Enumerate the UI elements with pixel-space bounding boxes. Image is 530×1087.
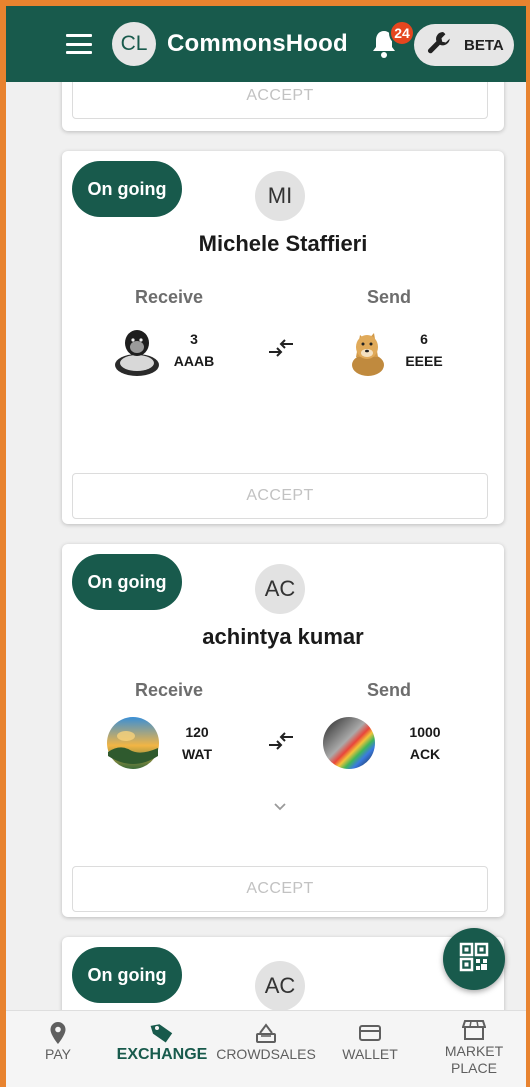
chevron-down-icon[interactable] — [270, 800, 290, 814]
status-badge: On going — [72, 161, 182, 217]
notification-badge: 24 — [389, 20, 415, 46]
location-pin-icon — [49, 1020, 67, 1046]
send-label: Send — [367, 680, 412, 700]
app-header: CL CommonsHood 24 BETA — [6, 6, 526, 82]
status-badge: On going — [72, 554, 182, 610]
app-logo-avatar[interactable]: CL — [112, 22, 156, 66]
send-amount: 6 — [420, 331, 428, 347]
avatar: MI — [255, 171, 305, 221]
avatar: AC — [255, 564, 305, 614]
accept-button[interactable]: ACCEPT — [72, 866, 488, 912]
send-symbol: EEEE — [405, 353, 443, 369]
nav-label-wallet: WALLET — [342, 1046, 398, 1062]
send-amount: 1000 — [409, 724, 441, 740]
user-name: Michele Staffieri — [198, 231, 368, 256]
rainbow-token-icon — [322, 716, 376, 770]
nav-item-exchange[interactable]: EXCHANGE — [110, 1011, 214, 1087]
exchange-feed[interactable]: CL CommonsHood 24 BETA ACCEPT On going M… — [6, 6, 526, 1087]
receive-amount: 120 — [185, 724, 209, 740]
accept-button[interactable]: ACCEPT — [72, 473, 488, 519]
swap-arrows-icon — [265, 337, 297, 359]
ballot-icon — [254, 1020, 278, 1046]
receive-label: Receive — [135, 680, 204, 700]
dog-token-icon — [340, 323, 394, 377]
exchange-card: On going AC achintya kumar Receive Send … — [62, 544, 504, 917]
avatar: AC — [255, 961, 305, 1011]
swap-arrows-icon — [265, 730, 297, 752]
receive-symbol: AAAB — [173, 353, 215, 369]
nav-label-marketplace: MARKET PLACE — [444, 1043, 504, 1076]
qr-code-icon — [459, 942, 489, 977]
landscape-token-icon — [106, 716, 160, 770]
nav-label-pay: PAY — [45, 1046, 71, 1062]
receive-token-amount: 3 AAAB — [172, 328, 216, 372]
send-token-amount: 6 EEEE — [402, 328, 446, 372]
send-symbol: ACK — [409, 746, 441, 762]
nav-item-marketplace[interactable]: MARKET PLACE — [422, 1011, 526, 1087]
gorilla-token-icon — [110, 323, 164, 377]
nav-item-wallet[interactable]: WALLET — [318, 1011, 422, 1087]
menu-icon[interactable] — [66, 34, 92, 54]
nav-label-exchange: EXCHANGE — [116, 1046, 208, 1063]
send-token-amount: 1000 ACK — [395, 721, 455, 765]
storefront-icon — [462, 1017, 486, 1043]
exchange-card: On going MI Michele Staffieri Receive Se… — [62, 151, 504, 524]
nav-item-crowdsales[interactable]: CROWDSALES — [214, 1011, 318, 1087]
receive-symbol: WAT — [181, 746, 213, 762]
bottom-navigation: PAY EXCHANGE CROWDSALES WALLET MARKET PL… — [6, 1010, 526, 1087]
nav-label-crowdsales: CROWDSALES — [216, 1046, 316, 1062]
user-name: achintya kumar — [202, 624, 364, 649]
receive-token-amount: 120 WAT — [172, 721, 222, 765]
receive-amount: 3 — [190, 331, 198, 347]
qr-scan-button[interactable] — [443, 928, 505, 990]
status-badge: On going — [72, 947, 182, 1003]
beta-label: BETA — [464, 36, 504, 54]
send-label: Send — [367, 287, 412, 307]
receive-label: Receive — [135, 287, 204, 307]
credit-card-icon — [358, 1020, 382, 1046]
wrench-icon — [426, 30, 452, 61]
tag-icon — [150, 1020, 174, 1046]
app-title: CommonsHood — [167, 30, 348, 57]
nav-item-pay[interactable]: PAY — [6, 1011, 110, 1087]
app-frame: CL CommonsHood 24 BETA ACCEPT On going M… — [0, 0, 530, 1087]
beta-button[interactable]: BETA — [414, 24, 514, 66]
